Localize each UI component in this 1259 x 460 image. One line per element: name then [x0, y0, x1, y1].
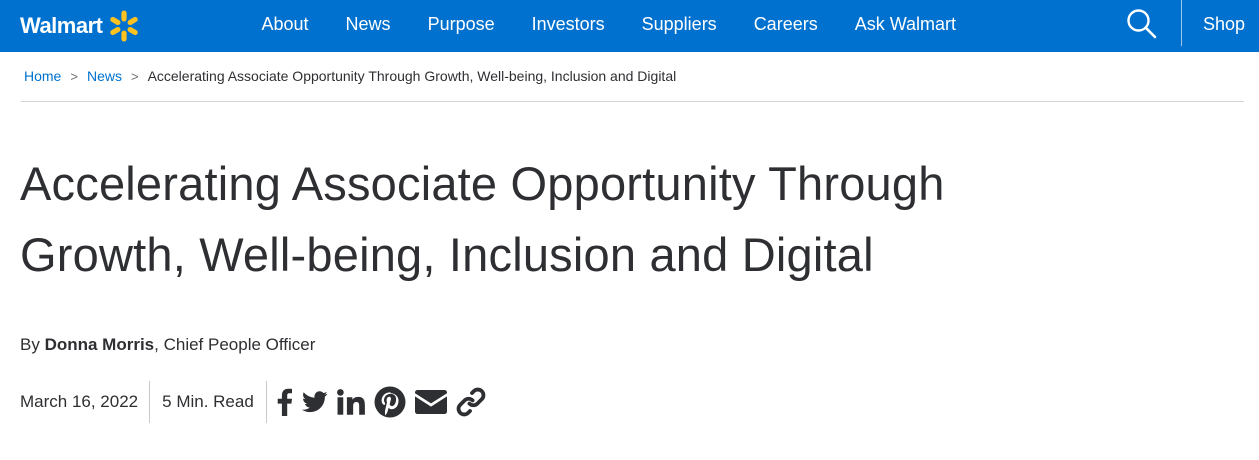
link-icon	[456, 387, 486, 417]
breadcrumb-divider	[21, 101, 1244, 102]
top-navigation-bar: Walmart About News Purpose Investors Sup…	[0, 0, 1259, 52]
nav-item-news[interactable]: News	[346, 14, 391, 35]
twitter-icon	[301, 391, 328, 413]
nav-item-purpose[interactable]: Purpose	[428, 14, 495, 35]
pinterest-icon	[374, 386, 406, 418]
linkedin-share-button[interactable]	[336, 389, 365, 415]
breadcrumb-news-link[interactable]: News	[87, 68, 122, 84]
author-role: , Chief People Officer	[154, 335, 316, 354]
article-title: Accelerating Associate Opportunity Throu…	[20, 148, 1220, 290]
search-button[interactable]	[1124, 6, 1160, 42]
nav-item-investors[interactable]: Investors	[532, 14, 605, 35]
breadcrumb-home-link[interactable]: Home	[24, 68, 61, 84]
article-title-line-2: Growth, Well-being, Inclusion and Digita…	[20, 228, 874, 281]
pinterest-share-button[interactable]	[374, 386, 406, 418]
breadcrumb-separator: >	[130, 68, 139, 84]
facebook-share-button[interactable]	[275, 388, 293, 416]
share-toolbar	[275, 386, 495, 418]
main-nav: About News Purpose Investors Suppliers C…	[243, 0, 975, 48]
facebook-icon	[277, 388, 292, 416]
shop-link[interactable]: Shop	[1203, 0, 1245, 48]
read-time: 5 Min. Read	[162, 392, 254, 411]
nav-item-ask-walmart[interactable]: Ask Walmart	[855, 14, 956, 35]
logo-text: Walmart	[20, 13, 103, 38]
spark-icon	[110, 10, 139, 42]
article-meta: March 16, 2022 5 Min. Read	[20, 381, 495, 423]
nav-divider	[1181, 0, 1182, 46]
article-title-line-1: Accelerating Associate Opportunity Throu…	[20, 157, 945, 210]
search-icon	[1127, 9, 1157, 39]
email-icon	[414, 390, 447, 414]
copy-link-button[interactable]	[456, 387, 486, 417]
email-share-button[interactable]	[414, 390, 447, 414]
breadcrumb: Home > News > Accelerating Associate Opp…	[24, 68, 676, 84]
twitter-share-button[interactable]	[301, 390, 328, 414]
breadcrumb-separator: >	[70, 68, 78, 84]
nav-item-about[interactable]: About	[262, 14, 309, 35]
author-name: Donna Morris	[44, 335, 155, 354]
linkedin-icon	[336, 389, 365, 415]
walmart-logo[interactable]: Walmart	[20, 0, 142, 52]
nav-item-suppliers[interactable]: Suppliers	[642, 14, 717, 35]
meta-divider	[265, 381, 267, 423]
publish-date: March 16, 2022	[20, 392, 139, 411]
byline-prefix: By	[20, 335, 40, 354]
breadcrumb-current-page: Accelerating Associate Opportunity Throu…	[147, 68, 677, 84]
article-byline: By Donna Morris, Chief People Officer	[20, 335, 315, 355]
nav-item-careers[interactable]: Careers	[754, 14, 818, 35]
